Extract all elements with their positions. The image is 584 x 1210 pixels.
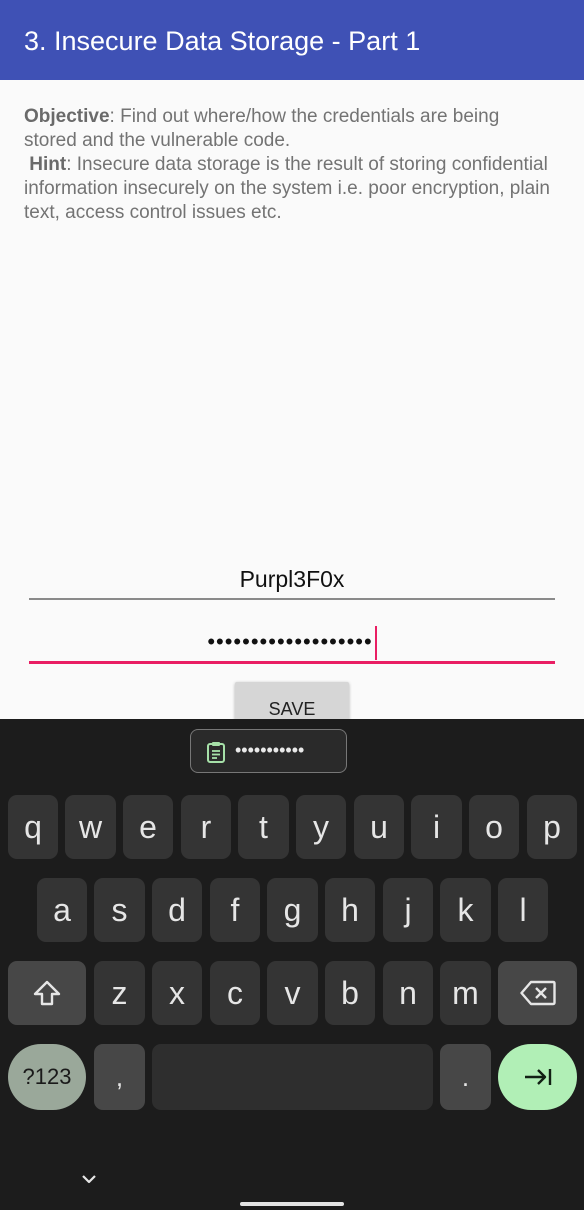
- key-a[interactable]: a: [37, 878, 87, 942]
- hint-text: : Insecure data storage is the result of…: [24, 154, 550, 223]
- key-m[interactable]: m: [440, 961, 491, 1025]
- key-f[interactable]: f: [210, 878, 260, 942]
- key-r[interactable]: r: [181, 795, 231, 859]
- key-c[interactable]: c: [210, 961, 260, 1025]
- key-h[interactable]: h: [325, 878, 375, 942]
- shift-icon: [33, 980, 61, 1006]
- symbols-key[interactable]: ?123: [8, 1044, 86, 1110]
- backspace-key[interactable]: [498, 961, 577, 1025]
- objective-label: Objective: [24, 106, 110, 127]
- username-field[interactable]: Purpl3F0x: [29, 560, 555, 600]
- app-bar-title: 3. Insecure Data Storage - Part 1: [24, 26, 421, 56]
- key-p[interactable]: p: [527, 795, 577, 859]
- password-field[interactable]: •••••••••••••••••••: [29, 620, 555, 664]
- space-bar[interactable]: [152, 1044, 433, 1110]
- key-t[interactable]: t: [238, 795, 289, 859]
- key-l[interactable]: l: [498, 878, 548, 942]
- clipboard-suggestion-text: •••••••••••: [235, 740, 305, 760]
- app-bar: 3. Insecure Data Storage - Part 1: [0, 0, 584, 80]
- key-i[interactable]: i: [411, 795, 462, 859]
- key-e[interactable]: e: [123, 795, 173, 859]
- key-w[interactable]: w: [65, 795, 116, 859]
- key-u[interactable]: u: [354, 795, 404, 859]
- key-j[interactable]: j: [383, 878, 433, 942]
- tab-next-icon: [524, 1069, 551, 1085]
- period-key[interactable]: .: [440, 1044, 491, 1110]
- backspace-icon: [519, 980, 556, 1006]
- key-z[interactable]: z: [94, 961, 145, 1025]
- soft-keyboard: ••••••••••• q w e r t y u i o p a s d f …: [0, 719, 584, 1210]
- username-value: Purpl3F0x: [239, 566, 345, 592]
- clipboard-icon: [207, 742, 225, 763]
- key-y[interactable]: y: [296, 795, 346, 859]
- key-n[interactable]: n: [383, 961, 433, 1025]
- text-cursor: [374, 626, 377, 661]
- clipboard-suggestion[interactable]: •••••••••••: [190, 729, 347, 773]
- next-key[interactable]: [498, 1044, 577, 1110]
- key-v[interactable]: v: [267, 961, 318, 1025]
- comma-key[interactable]: ,: [94, 1044, 145, 1110]
- hint-label: Hint: [29, 154, 67, 175]
- shift-key[interactable]: [8, 961, 86, 1025]
- key-k[interactable]: k: [440, 878, 491, 942]
- key-b[interactable]: b: [325, 961, 375, 1025]
- challenge-description: Objective: Find out where/how the creden…: [24, 105, 554, 225]
- key-x[interactable]: x: [152, 961, 202, 1025]
- key-g[interactable]: g: [267, 878, 318, 942]
- password-mask: •••••••••••••••••••: [207, 629, 373, 654]
- keyboard-hide-icon[interactable]: [78, 1168, 100, 1190]
- key-s[interactable]: s: [94, 878, 145, 942]
- key-d[interactable]: d: [152, 878, 202, 942]
- key-q[interactable]: q: [8, 795, 58, 859]
- gesture-nav-handle[interactable]: [240, 1202, 344, 1206]
- key-o[interactable]: o: [469, 795, 519, 859]
